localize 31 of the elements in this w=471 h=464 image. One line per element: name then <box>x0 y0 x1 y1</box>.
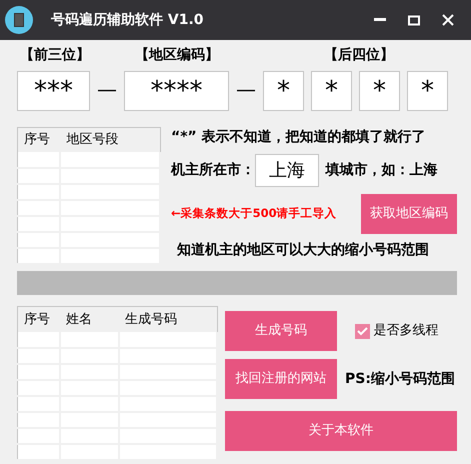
digit-field[interactable]: * <box>407 70 448 110</box>
city-note: 填城市，如：上海 <box>326 160 438 180</box>
dash-separator: — <box>96 76 118 103</box>
column-header: 序号 <box>18 306 60 332</box>
digit-field[interactable]: * <box>359 70 400 110</box>
warning-text: ←采集条数大于500请手工导入 <box>171 204 337 222</box>
window-title: 号码遍历辅助软件 V1.0 <box>51 10 204 30</box>
get-code-button[interactable]: 获取地区编码 <box>361 194 457 234</box>
section-label: 【地区编码】 <box>134 46 220 64</box>
app-icon <box>5 6 33 34</box>
about-button[interactable]: 关于本软件 <box>225 411 457 451</box>
hint-text: “*” 表示不知道，把知道的都填了就行了 <box>171 128 427 146</box>
ps-note: PS:缩小号码范围 <box>345 370 455 388</box>
column-header: 序号 <box>18 127 60 152</box>
digit-field[interactable]: **** <box>124 70 229 110</box>
column-header: 生成号码 <box>118 306 217 332</box>
city-field[interactable]: 上海 <box>255 154 319 186</box>
column-header: 姓名 <box>60 306 119 332</box>
digit-field[interactable]: * <box>263 70 304 110</box>
area-tip-text: 知道机主的地区可以大大的缩小号码范围 <box>176 240 430 260</box>
checkbox-label: 是否多线程 <box>373 322 438 340</box>
section-label: 【前三位】 <box>19 46 90 64</box>
city-label: 机主所在市： <box>171 160 255 180</box>
digit-field[interactable]: *** <box>17 70 90 110</box>
digit-field[interactable]: * <box>311 70 352 110</box>
dash-separator: — <box>235 76 257 103</box>
checkbox[interactable] <box>355 324 370 338</box>
site-button[interactable]: 找回注册的网站 <box>225 359 337 399</box>
section-label: 【后四位】 <box>323 46 395 64</box>
column-header: 地区号段 <box>60 127 160 152</box>
generate-button[interactable]: 生成号码 <box>225 311 337 351</box>
